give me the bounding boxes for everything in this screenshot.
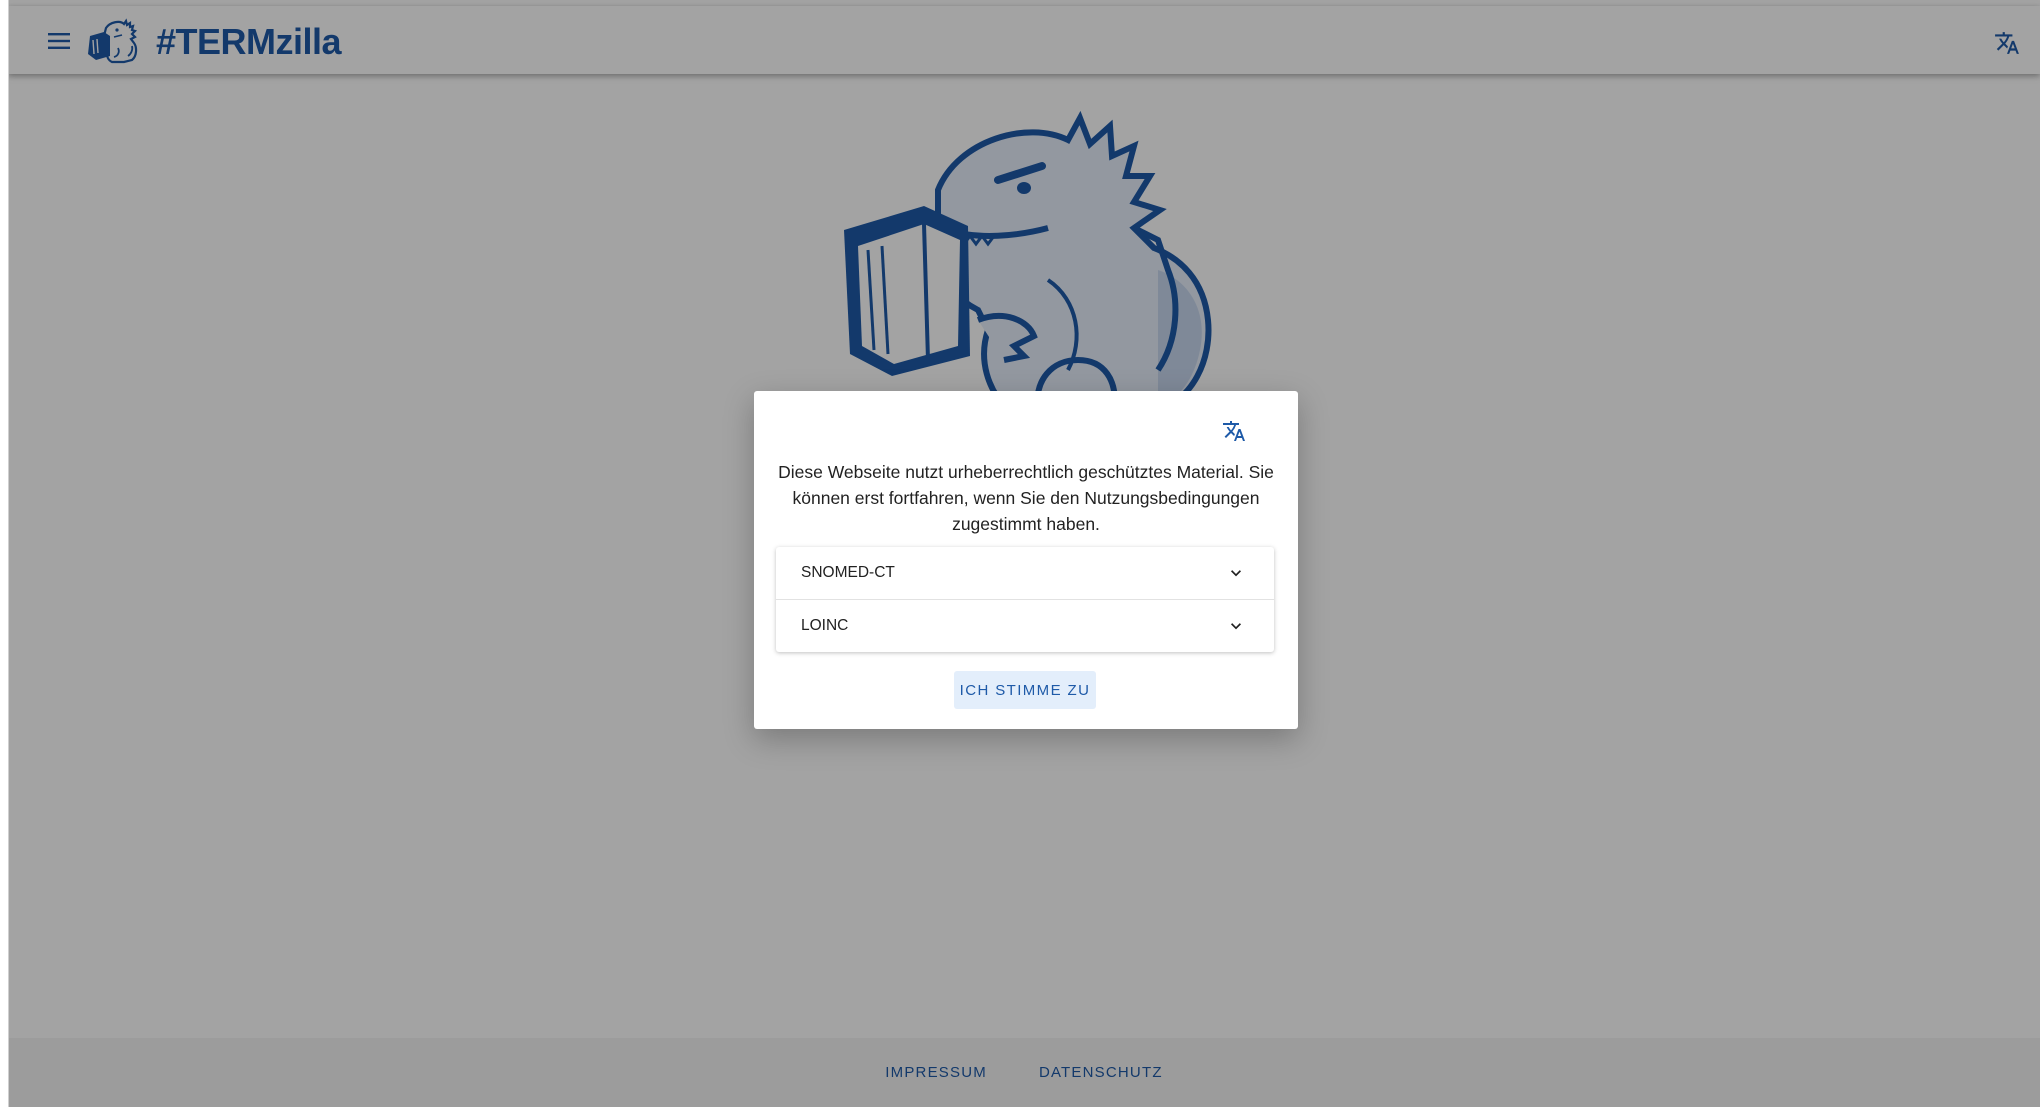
panel-snomed-ct[interactable]: SNOMED-CT (776, 547, 1274, 599)
panel-label: SNOMED-CT (801, 564, 895, 581)
license-panels: SNOMED-CT LOINC (776, 547, 1274, 652)
translate-icon[interactable] (1222, 419, 1246, 443)
window-left-edge (0, 0, 9, 1107)
agree-button[interactable]: ICH STIMME ZU (954, 671, 1096, 709)
chevron-down-icon (1231, 623, 1241, 630)
terms-dialog: Diese Webseite nutzt urheberrechtlich ge… (754, 391, 1298, 729)
chevron-down-icon (1231, 570, 1241, 577)
panel-label: LOINC (801, 617, 849, 634)
terms-message: Diese Webseite nutzt urheberrechtlich ge… (778, 462, 1274, 534)
panel-loinc[interactable]: LOINC (776, 599, 1274, 652)
